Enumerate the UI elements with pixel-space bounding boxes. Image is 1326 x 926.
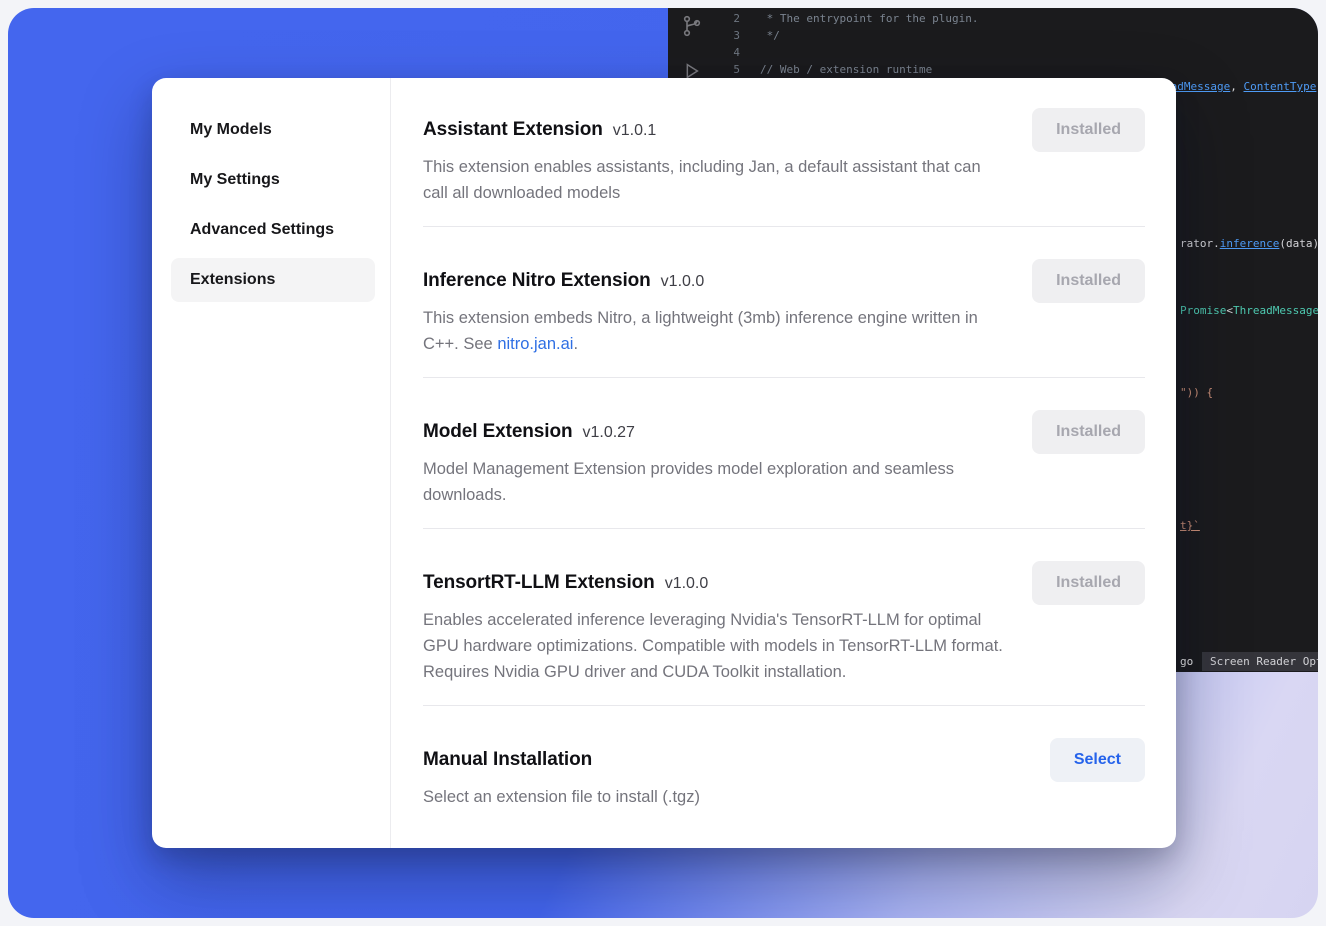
extension-row: TensortRT-LLM Extension v1.0.0 Installed En… <box>423 529 1145 706</box>
code-token: ")) { <box>1180 386 1213 399</box>
extension-title-group: Model Extension v1.0.27 <box>423 421 635 443</box>
code-fragment: t}` <box>1180 518 1200 534</box>
extensions-list: Assistant Extension v1.0.1 Installed This e… <box>391 78 1176 848</box>
code-text: * The entrypoint for the plugin. <box>760 10 979 27</box>
extension-title: Model Extension <box>423 421 572 443</box>
sidebar-nav: My Models My Settings Advanced Settings Ext… <box>171 108 390 302</box>
extension-title-group: Assistant Extension v1.0.1 <box>423 119 656 141</box>
select-button[interactable]: Select <box>1050 738 1145 782</box>
code-line: 4 <box>668 44 1318 61</box>
code-token: , <box>1230 80 1243 93</box>
sidebar-item-my-settings[interactable]: My Settings <box>171 158 375 202</box>
extension-version: v1.0.0 <box>665 575 709 593</box>
extension-description: This extension embeds Nitro, a lightweig… <box>423 305 1003 357</box>
settings-card: My Models My Settings Advanced Settings Ext… <box>152 78 1176 848</box>
code-token: rator. <box>1180 237 1220 250</box>
code-token: // Web / extension runtime <box>760 63 932 76</box>
installed-button[interactable]: Installed <box>1032 561 1145 605</box>
sidebar-item-my-models[interactable]: My Models <box>171 108 375 152</box>
line-number: 2 <box>668 10 740 27</box>
code-token: (data)); <box>1279 237 1318 250</box>
code-token: ContentType <box>1244 80 1317 93</box>
installed-button[interactable]: Installed <box>1032 108 1145 152</box>
settings-sidebar: My Models My Settings Advanced Settings Ext… <box>152 78 391 848</box>
extension-row-header: Assistant Extension v1.0.1 Installed <box>423 108 1145 152</box>
status-text: go <box>1180 655 1193 668</box>
extension-row: Inference Nitro Extension v1.0.0 Installed… <box>423 227 1145 378</box>
extension-row-header: Inference Nitro Extension v1.0.0 Installed <box>423 259 1145 303</box>
code-fragment: ")) { <box>1180 385 1213 401</box>
extension-version: v1.0.0 <box>661 273 705 291</box>
code-token: < <box>1226 304 1233 317</box>
extension-description: This extension enables assistants, inclu… <box>423 154 1003 206</box>
line-number: 4 <box>668 44 740 61</box>
extension-row-header: Manual Installation Select <box>423 738 1145 782</box>
code-line: 3 */ <box>668 27 1318 44</box>
extension-title: Inference Nitro Extension <box>423 270 651 292</box>
hero-canvas: 2 * The entrypoint for the plugin.3 */45… <box>8 8 1318 918</box>
code-fragment: Promise<ThreadMessage> <box>1180 303 1318 319</box>
extension-row: Manual Installation Select Select an exten… <box>423 706 1145 830</box>
extension-title: Manual Installation <box>423 749 592 771</box>
extension-row-header: Model Extension v1.0.27 Installed <box>423 410 1145 454</box>
code-line: 5 // Web / extension runtime <box>668 61 1318 78</box>
code-fragment: rator.inference(data)); <box>1180 236 1318 252</box>
code-line: 2 * The entrypoint for the plugin. <box>668 10 1318 27</box>
code-text: */ <box>760 27 780 44</box>
extension-title-group: TensortRT-LLM Extension v1.0.0 <box>423 572 708 594</box>
screen-reader-badge: Screen Reader Optimize <box>1202 652 1318 671</box>
extension-title-group: Inference Nitro Extension v1.0.0 <box>423 270 704 292</box>
extension-row: Assistant Extension v1.0.1 Installed This e… <box>423 108 1145 227</box>
extension-version: v1.0.27 <box>582 424 634 442</box>
extension-title-group: Manual Installation <box>423 749 592 771</box>
installed-button[interactable]: Installed <box>1032 259 1145 303</box>
installed-button[interactable]: Installed <box>1032 410 1145 454</box>
nitro-jan-ai-link[interactable]: nitro.jan.ai <box>497 335 573 353</box>
code-token: inference <box>1220 237 1280 250</box>
sidebar-item-advanced-settings[interactable]: Advanced Settings <box>171 208 375 252</box>
line-number: 3 <box>668 27 740 44</box>
code-token: t}` <box>1180 519 1200 532</box>
extension-version: v1.0.1 <box>613 122 657 140</box>
extension-title: Assistant Extension <box>423 119 603 141</box>
extension-row: Model Extension v1.0.27 Installed Model Man… <box>423 378 1145 529</box>
line-number: 5 <box>668 61 740 78</box>
extension-description: Enables accelerated inference leveraging… <box>423 607 1003 685</box>
extension-title: TensortRT-LLM Extension <box>423 572 655 594</box>
code-token: * The entrypoint for the plugin. <box>760 12 979 25</box>
extension-description: Model Management Extension provides mode… <box>423 456 1003 508</box>
code-text: // Web / extension runtime <box>760 61 932 78</box>
extension-description: Select an extension file to install (.tg… <box>423 784 1003 810</box>
sidebar-item-extensions[interactable]: Extensions <box>171 258 375 302</box>
extension-row-header: TensortRT-LLM Extension v1.0.0 Installed <box>423 561 1145 605</box>
code-token: ThreadMessage <box>1233 304 1318 317</box>
code-token: */ <box>760 29 780 42</box>
code-token: Promise <box>1180 304 1226 317</box>
